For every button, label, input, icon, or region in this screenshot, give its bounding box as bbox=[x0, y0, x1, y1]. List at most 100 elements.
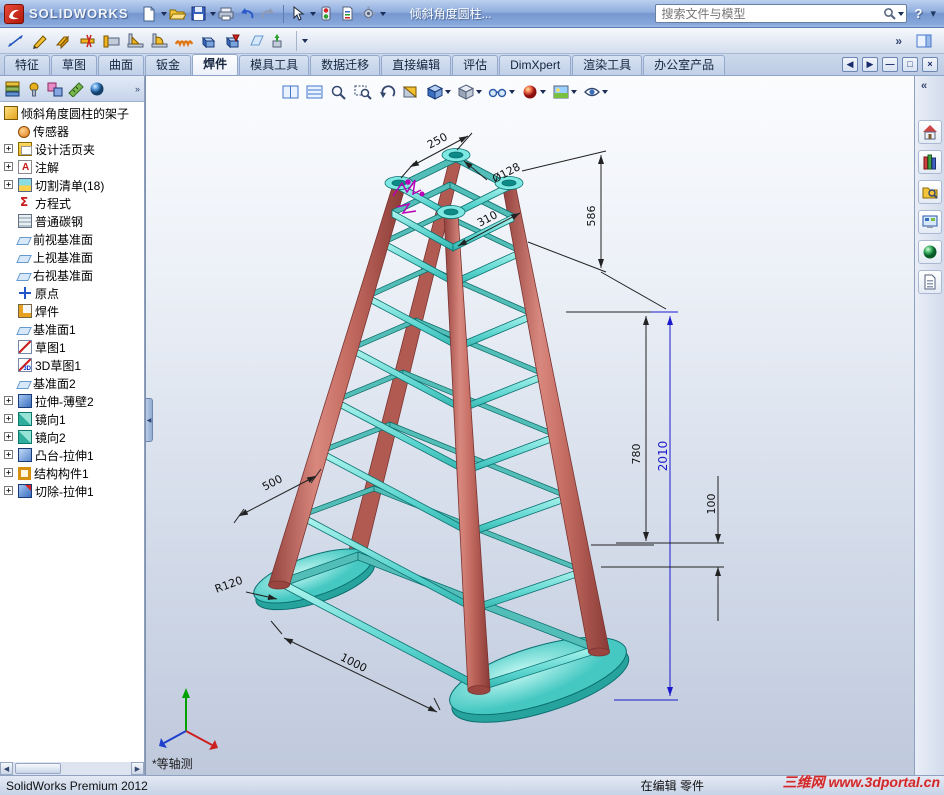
dimension-label[interactable]: 586 bbox=[585, 206, 598, 227]
tab-surfaces[interactable]: 曲面 bbox=[98, 55, 145, 75]
edit-appearance-icon[interactable] bbox=[519, 81, 548, 103]
sidebar-item-right-plane[interactable]: 右视基准面 bbox=[0, 266, 144, 284]
sidebar-item-sketch1[interactable]: 草图1 bbox=[0, 338, 144, 356]
help-button[interactable]: ? bbox=[915, 6, 923, 21]
redo-button[interactable] bbox=[258, 3, 279, 24]
sidebar-item-mirror1[interactable]: 镜向1 bbox=[0, 410, 144, 428]
rebuild-button[interactable] bbox=[316, 3, 337, 24]
view-orientation-icon[interactable] bbox=[424, 81, 453, 103]
tab-render-tools[interactable]: 渲染工具 bbox=[572, 55, 643, 75]
fillet-bead-icon[interactable] bbox=[148, 30, 172, 52]
appearances-scenes-icon[interactable] bbox=[918, 240, 942, 264]
tab-data-migration[interactable]: 数据迁移 bbox=[310, 55, 381, 75]
save-caret-icon[interactable] bbox=[209, 11, 216, 16]
design-library-icon[interactable] bbox=[918, 150, 942, 174]
display-style-icon[interactable] bbox=[455, 81, 484, 103]
configurationmanager-tab-icon[interactable] bbox=[44, 78, 65, 100]
close-button[interactable]: × bbox=[922, 57, 938, 72]
open-button[interactable] bbox=[167, 3, 188, 24]
options-caret-icon[interactable] bbox=[379, 11, 386, 16]
options-button[interactable] bbox=[358, 3, 379, 24]
viewport-layout-icon[interactable] bbox=[280, 81, 302, 103]
expand-icon[interactable] bbox=[4, 450, 13, 459]
collapse-right-button[interactable]: ▶ bbox=[862, 57, 878, 72]
minimize-button[interactable]: — bbox=[882, 57, 898, 72]
tree-root-part[interactable]: 倾斜角度圆柱的架子 bbox=[0, 104, 144, 122]
weld-bead-icon[interactable] bbox=[172, 30, 196, 52]
display-pane-icon[interactable] bbox=[304, 81, 326, 103]
zoom-fit-icon[interactable] bbox=[328, 81, 350, 103]
tab-direct-editing[interactable]: 直接编辑 bbox=[381, 55, 452, 75]
tab-mold-tools[interactable]: 模具工具 bbox=[239, 55, 310, 75]
apply-scene-icon[interactable] bbox=[550, 81, 579, 103]
sidebar-item-front-plane[interactable]: 前视基准面 bbox=[0, 230, 144, 248]
panel-splitter-handle[interactable]: ◀ bbox=[146, 398, 153, 442]
view-settings-caret-icon[interactable] bbox=[602, 90, 608, 94]
expand-icon[interactable] bbox=[4, 144, 13, 153]
hide-show-items-icon[interactable] bbox=[486, 81, 517, 103]
expand-icon[interactable] bbox=[4, 432, 13, 441]
undo-button[interactable] bbox=[237, 3, 258, 24]
displaymanager-tab-icon[interactable] bbox=[86, 78, 107, 100]
sidebar-item-mirror2[interactable]: 镜向2 bbox=[0, 428, 144, 446]
model-legs[interactable] bbox=[267, 185, 610, 695]
tab-sheet-metal[interactable]: 钣金 bbox=[145, 55, 192, 75]
extruded-boss-icon[interactable] bbox=[196, 30, 220, 52]
instant3d-icon[interactable] bbox=[268, 30, 292, 52]
view-settings-icon[interactable] bbox=[581, 81, 610, 103]
expand-icon[interactable] bbox=[4, 396, 13, 405]
tab-office-products[interactable]: 办公室产品 bbox=[643, 55, 726, 75]
sidebar-item-equations[interactable]: 方程式 bbox=[0, 194, 144, 212]
propertymanager-tab-icon[interactable] bbox=[23, 78, 44, 100]
sidebar-item-annotations[interactable]: 注解 bbox=[0, 158, 144, 176]
display-style-caret-icon[interactable] bbox=[476, 90, 482, 94]
tab-features[interactable]: 特征 bbox=[4, 55, 51, 75]
view-orientation-caret-icon[interactable] bbox=[445, 90, 451, 94]
view-palette-icon[interactable] bbox=[918, 210, 942, 234]
restore-button[interactable]: □ bbox=[902, 57, 918, 72]
dimxpertmanager-tab-icon[interactable] bbox=[65, 78, 86, 100]
new-document-button[interactable] bbox=[139, 3, 160, 24]
structural-member-icon[interactable] bbox=[52, 30, 76, 52]
gusset-icon[interactable] bbox=[124, 30, 148, 52]
expand-icon[interactable] bbox=[4, 414, 13, 423]
scroll-thumb[interactable] bbox=[15, 763, 61, 774]
sidebar-item-origin[interactable]: 原点 bbox=[0, 284, 144, 302]
sidebar-item-boss-extrude1[interactable]: 凸台-拉伸1 bbox=[0, 446, 144, 464]
tab-weldments[interactable]: 焊件 bbox=[192, 54, 239, 75]
sidebar-item-weldment[interactable]: 焊件 bbox=[0, 302, 144, 320]
sidebar-item-cut-list[interactable]: 切割清单(18) bbox=[0, 176, 144, 194]
dimension-100[interactable]: 100 bbox=[601, 476, 724, 621]
dimension-label[interactable]: 250 bbox=[425, 130, 450, 151]
sidebar-item-sensors[interactable]: 传感器 bbox=[0, 122, 144, 140]
sketch-icon[interactable] bbox=[28, 30, 52, 52]
select-caret-icon[interactable] bbox=[309, 11, 316, 16]
dimension-label[interactable]: R120 bbox=[213, 574, 244, 596]
dimension-1000[interactable]: 1000 bbox=[270, 620, 441, 713]
sidebar-item-design-binder[interactable]: 设计活页夹 bbox=[0, 140, 144, 158]
tab-sketch[interactable]: 草图 bbox=[51, 55, 98, 75]
expand-icon[interactable] bbox=[4, 486, 13, 495]
zoom-area-icon[interactable] bbox=[352, 81, 374, 103]
tab-dimxpert[interactable]: DimXpert bbox=[499, 55, 572, 75]
select-button[interactable] bbox=[288, 3, 309, 24]
edit-appearance-caret-icon[interactable] bbox=[540, 90, 546, 94]
smart-dimension-icon[interactable] bbox=[4, 30, 28, 52]
dimension-label[interactable]: 100 bbox=[705, 494, 718, 515]
end-cap-icon[interactable] bbox=[100, 30, 124, 52]
dimension-label-selected[interactable]: 2010 bbox=[656, 441, 670, 472]
titlebar-overflow-icon[interactable]: ▾ bbox=[930, 7, 936, 20]
expand-icon[interactable] bbox=[4, 162, 13, 171]
section-view-icon[interactable] bbox=[400, 81, 422, 103]
dimension-label[interactable]: 500 bbox=[260, 472, 285, 493]
sidebar-item-material[interactable]: 普通碳钢 bbox=[0, 212, 144, 230]
scroll-right-icon[interactable]: ▶ bbox=[131, 762, 144, 775]
new-document-caret-icon[interactable] bbox=[160, 11, 167, 16]
toolbar-overflow-icon[interactable]: » bbox=[895, 34, 902, 48]
search-icon[interactable] bbox=[883, 7, 897, 21]
previous-view-icon[interactable] bbox=[376, 81, 398, 103]
manager-strip-overflow-icon[interactable]: » bbox=[135, 84, 140, 94]
search-scope-caret-icon[interactable] bbox=[897, 11, 904, 16]
sidebar-item-thin-extrude2[interactable]: 拉伸-薄壁2 bbox=[0, 392, 144, 410]
expand-icon[interactable] bbox=[4, 468, 13, 477]
